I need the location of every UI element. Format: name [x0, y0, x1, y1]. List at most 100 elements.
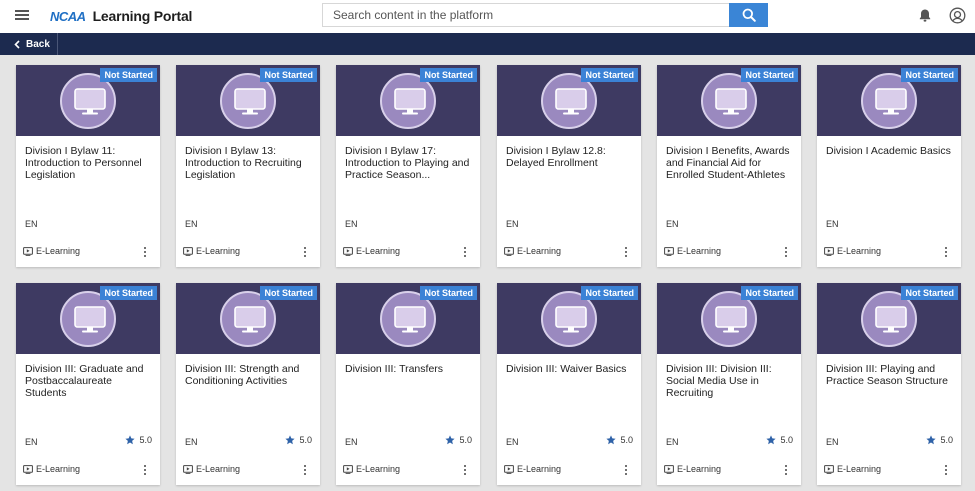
more-vert-icon[interactable] [781, 246, 791, 258]
course-title: Division I Academic Basics [826, 145, 951, 157]
course-card[interactable]: Not Started Division I Bylaw 17: Introdu… [336, 65, 480, 267]
language-label: EN [506, 219, 519, 229]
content-type-label: E-Learning [356, 246, 401, 256]
language-label: EN [185, 437, 198, 447]
rating-value: 5.0 [459, 435, 472, 445]
status-badge: Not Started [581, 68, 638, 82]
star-icon [606, 435, 617, 445]
course-card[interactable]: Not Started Division III: Waiver Basics … [497, 283, 641, 485]
rating: 5.0 [926, 435, 953, 445]
content-type-label: E-Learning [36, 464, 81, 474]
rating: 5.0 [766, 435, 793, 445]
menu-icon[interactable] [15, 9, 29, 21]
language-label: EN [826, 219, 839, 229]
course-card[interactable]: Not Started Division I Bylaw 13: Introdu… [176, 65, 320, 267]
more-vert-icon[interactable] [460, 464, 470, 476]
course-title: Division III: Waiver Basics [506, 363, 627, 375]
more-vert-icon[interactable] [460, 246, 470, 258]
nav-bar: Back [0, 33, 975, 55]
search-button[interactable] [729, 3, 768, 27]
back-button[interactable]: Back [0, 33, 58, 55]
status-badge: Not Started [741, 68, 798, 82]
language-label: EN [826, 437, 839, 447]
rating: 5.0 [606, 435, 633, 445]
language-label: EN [666, 437, 679, 447]
content-type-label: E-Learning [356, 464, 401, 474]
course-thumbnail: Not Started [497, 65, 641, 136]
bell-icon[interactable] [918, 8, 932, 23]
rating: 5.0 [445, 435, 472, 445]
course-thumbnail: Not Started [16, 65, 160, 136]
status-badge: Not Started [260, 68, 317, 82]
monitor-icon [715, 306, 747, 333]
monitor-icon [74, 88, 106, 115]
content-type: E-Learning [343, 464, 400, 474]
more-vert-icon[interactable] [621, 246, 631, 258]
content-type: E-Learning [183, 246, 240, 256]
more-vert-icon[interactable] [300, 246, 310, 258]
star-icon [285, 435, 296, 445]
language-label: EN [345, 219, 358, 229]
more-vert-icon[interactable] [621, 464, 631, 476]
course-card[interactable]: Not Started Division I Academic Basics E… [817, 65, 961, 267]
rating: 5.0 [285, 435, 312, 445]
logo-text: Learning Portal [92, 8, 193, 24]
more-vert-icon[interactable] [781, 464, 791, 476]
status-badge: Not Started [420, 286, 477, 300]
logo-mark: NCAA [50, 8, 86, 24]
course-title: Division I Benefits, Awards and Financia… [666, 145, 790, 181]
content-type: E-Learning [183, 464, 240, 474]
language-label: EN [25, 437, 38, 447]
language-label: EN [506, 437, 519, 447]
course-thumbnail: Not Started [336, 283, 480, 354]
elearning-icon [23, 246, 33, 256]
more-vert-icon[interactable] [941, 246, 951, 258]
more-vert-icon[interactable] [140, 464, 150, 476]
more-vert-icon[interactable] [300, 464, 310, 476]
course-title: Division III: Division III: Social Media… [666, 363, 772, 399]
elearning-icon [504, 464, 514, 474]
status-badge: Not Started [581, 286, 638, 300]
rating-value: 5.0 [620, 435, 633, 445]
course-card[interactable]: Not Started Division III: Transfers EN 5… [336, 283, 480, 485]
course-card[interactable]: Not Started Division I Benefits, Awards … [657, 65, 801, 267]
course-card[interactable]: Not Started Division III: Graduate and P… [16, 283, 160, 485]
course-title: Division I Bylaw 11: Introduction to Per… [25, 145, 142, 181]
star-icon [125, 435, 136, 445]
course-thumbnail: Not Started [336, 65, 480, 136]
content-type-label: E-Learning [677, 464, 722, 474]
monitor-icon [715, 88, 747, 115]
course-card[interactable]: Not Started Division III: Strength and C… [176, 283, 320, 485]
content-type: E-Learning [664, 464, 721, 474]
logo[interactable]: NCAA Learning Portal [50, 6, 192, 26]
content-type-label: E-Learning [677, 246, 722, 256]
search-input[interactable] [322, 3, 730, 27]
course-card[interactable]: Not Started Division III: Division III: … [657, 283, 801, 485]
language-label: EN [185, 219, 198, 229]
star-icon [926, 435, 937, 445]
course-card[interactable]: Not Started Division I Bylaw 12.8: Delay… [497, 65, 641, 267]
content-type: E-Learning [23, 246, 80, 256]
course-title: Division III: Transfers [345, 363, 444, 375]
course-thumbnail: Not Started [176, 65, 320, 136]
course-title: Division I Bylaw 13: Introduction to Rec… [185, 145, 302, 181]
content-type: E-Learning [664, 246, 721, 256]
star-icon [766, 435, 777, 445]
status-badge: Not Started [100, 68, 157, 82]
language-label: EN [345, 437, 358, 447]
content-type: E-Learning [824, 246, 881, 256]
monitor-icon [394, 88, 426, 115]
more-vert-icon[interactable] [140, 246, 150, 258]
more-vert-icon[interactable] [941, 464, 951, 476]
elearning-icon [343, 464, 353, 474]
course-card[interactable]: Not Started Division III: Playing and Pr… [817, 283, 961, 485]
course-thumbnail: Not Started [176, 283, 320, 354]
course-thumbnail: Not Started [657, 283, 801, 354]
language-label: EN [666, 219, 679, 229]
monitor-icon [875, 88, 907, 115]
course-card[interactable]: Not Started Division I Bylaw 11: Introdu… [16, 65, 160, 267]
content-type-label: E-Learning [36, 246, 81, 256]
elearning-icon [23, 464, 33, 474]
avatar-icon[interactable] [949, 7, 966, 24]
monitor-icon [74, 306, 106, 333]
